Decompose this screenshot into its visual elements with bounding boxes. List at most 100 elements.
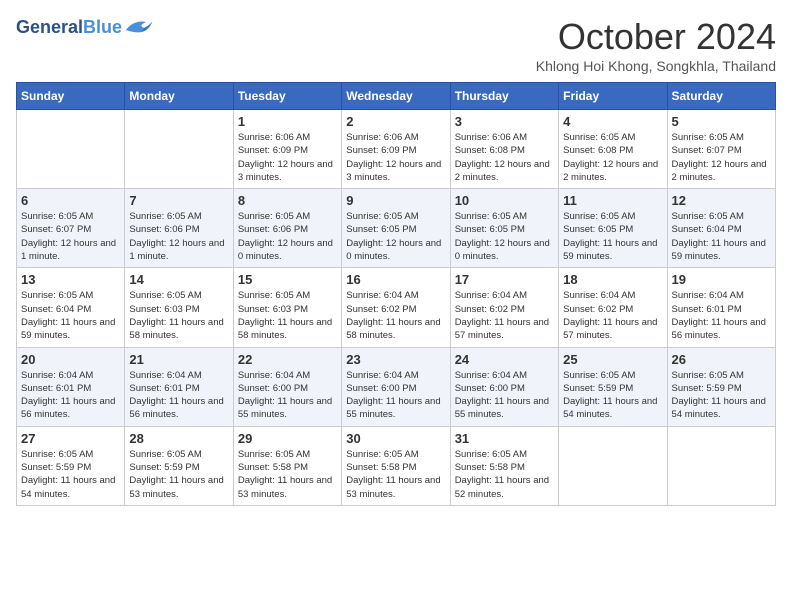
calendar-cell: 14Sunrise: 6:05 AM Sunset: 6:03 PM Dayli… (125, 268, 233, 347)
day-info: Sunrise: 6:04 AM Sunset: 6:00 PM Dayligh… (455, 369, 554, 422)
logo: GeneralBlue (16, 16, 154, 40)
calendar-cell: 12 Sunrise: 6:05 AM Sunset: 6:04 PM Dayli… (667, 189, 775, 268)
day-number: 1 (238, 114, 337, 129)
day-number: 3 (455, 114, 554, 129)
calendar-cell: 27 Sunrise: 6:05 AM Sunset: 5:59 PM Dayli… (17, 426, 125, 505)
day-info: Sunrise: 6:05 AM Sunset: 5:59 PM Dayligh… (21, 448, 120, 501)
day-number: 10 (455, 193, 554, 208)
calendar-cell: 23 Sunrise: 6:04 AM Sunset: 6:00 PM Dayli… (342, 347, 450, 426)
calendar-cell: 28 Sunrise: 6:05 AM Sunset: 5:59 PM Dayli… (125, 426, 233, 505)
calendar-cell: 3Sunrise: 6:06 AM Sunset: 6:08 PM Daylig… (450, 110, 558, 189)
day-info: Sunrise: 6:04 AM Sunset: 6:02 PM Dayligh… (346, 289, 445, 342)
calendar-cell: 5 Sunrise: 6:05 AM Sunset: 6:07 PM Daylig… (667, 110, 775, 189)
day-number: 9 (346, 193, 445, 208)
logo-text: GeneralBlue (16, 18, 122, 38)
day-info: Sunrise: 6:05 AM Sunset: 6:03 PM Dayligh… (238, 289, 337, 342)
day-number: 2 (346, 114, 445, 129)
calendar-cell: 11 Sunrise: 6:05 AM Sunset: 6:05 PM Dayli… (559, 189, 667, 268)
day-number: 31 (455, 431, 554, 446)
day-number: 21 (129, 352, 228, 367)
calendar-cell: 1 Sunrise: 6:06 AM Sunset: 6:09 PM Daylig… (233, 110, 341, 189)
day-number: 23 (346, 352, 445, 367)
week-row-5: 27 Sunrise: 6:05 AM Sunset: 5:59 PM Dayli… (17, 426, 776, 505)
day-number: 29 (238, 431, 337, 446)
day-info: Sunrise: 6:05 AM Sunset: 6:05 PM Dayligh… (563, 210, 662, 263)
day-number: 19 (672, 272, 771, 287)
calendar-cell: 16Sunrise: 6:04 AM Sunset: 6:02 PM Dayli… (342, 268, 450, 347)
calendar-cell: 6Sunrise: 6:05 AM Sunset: 6:07 PM Daylig… (17, 189, 125, 268)
calendar-cell: 7 Sunrise: 6:05 AM Sunset: 6:06 PM Daylig… (125, 189, 233, 268)
day-number: 25 (563, 352, 662, 367)
day-number: 11 (563, 193, 662, 208)
day-info: Sunrise: 6:05 AM Sunset: 6:07 PM Dayligh… (21, 210, 120, 263)
day-number: 5 (672, 114, 771, 129)
day-info: Sunrise: 6:05 AM Sunset: 5:58 PM Dayligh… (238, 448, 337, 501)
month-title: October 2024 (536, 16, 776, 58)
weekday-header-thursday: Thursday (450, 83, 558, 110)
day-info: Sunrise: 6:05 AM Sunset: 6:07 PM Dayligh… (672, 131, 771, 184)
header: GeneralBlue October 2024 Khlong Hoi Khon… (16, 16, 776, 74)
day-info: Sunrise: 6:05 AM Sunset: 5:59 PM Dayligh… (129, 448, 228, 501)
day-info: Sunrise: 6:05 AM Sunset: 5:58 PM Dayligh… (346, 448, 445, 501)
calendar-cell (667, 426, 775, 505)
weekday-header-row: SundayMondayTuesdayWednesdayThursdayFrid… (17, 83, 776, 110)
day-info: Sunrise: 6:04 AM Sunset: 6:01 PM Dayligh… (672, 289, 771, 342)
day-number: 22 (238, 352, 337, 367)
calendar-cell: 21 Sunrise: 6:04 AM Sunset: 6:01 PM Dayli… (125, 347, 233, 426)
day-info: Sunrise: 6:04 AM Sunset: 6:02 PM Dayligh… (455, 289, 554, 342)
calendar-cell: 13 Sunrise: 6:05 AM Sunset: 6:04 PM Dayli… (17, 268, 125, 347)
subtitle: Khlong Hoi Khong, Songkhla, Thailand (536, 58, 776, 74)
day-info: Sunrise: 6:05 AM Sunset: 6:05 PM Dayligh… (346, 210, 445, 263)
calendar-cell: 26 Sunrise: 6:05 AM Sunset: 5:59 PM Dayli… (667, 347, 775, 426)
calendar-cell: 15 Sunrise: 6:05 AM Sunset: 6:03 PM Dayli… (233, 268, 341, 347)
calendar-cell: 4Sunrise: 6:05 AM Sunset: 6:08 PM Daylig… (559, 110, 667, 189)
weekday-header-saturday: Saturday (667, 83, 775, 110)
week-row-4: 20Sunrise: 6:04 AM Sunset: 6:01 PM Dayli… (17, 347, 776, 426)
day-number: 15 (238, 272, 337, 287)
day-number: 18 (563, 272, 662, 287)
calendar-cell: 31Sunrise: 6:05 AM Sunset: 5:58 PM Dayli… (450, 426, 558, 505)
calendar-cell: 10Sunrise: 6:05 AM Sunset: 6:05 PM Dayli… (450, 189, 558, 268)
weekday-header-wednesday: Wednesday (342, 83, 450, 110)
day-info: Sunrise: 6:05 AM Sunset: 6:06 PM Dayligh… (129, 210, 228, 263)
day-info: Sunrise: 6:04 AM Sunset: 6:02 PM Dayligh… (563, 289, 662, 342)
calendar-cell: 20Sunrise: 6:04 AM Sunset: 6:01 PM Dayli… (17, 347, 125, 426)
title-area: October 2024 Khlong Hoi Khong, Songkhla,… (536, 16, 776, 74)
week-row-1: 1 Sunrise: 6:06 AM Sunset: 6:09 PM Daylig… (17, 110, 776, 189)
calendar-cell: 19 Sunrise: 6:04 AM Sunset: 6:01 PM Dayli… (667, 268, 775, 347)
day-info: Sunrise: 6:06 AM Sunset: 6:09 PM Dayligh… (238, 131, 337, 184)
calendar-cell: 25 Sunrise: 6:05 AM Sunset: 5:59 PM Dayli… (559, 347, 667, 426)
calendar-cell: 18 Sunrise: 6:04 AM Sunset: 6:02 PM Dayli… (559, 268, 667, 347)
calendar-cell: 30 Sunrise: 6:05 AM Sunset: 5:58 PM Dayli… (342, 426, 450, 505)
day-number: 4 (563, 114, 662, 129)
day-info: Sunrise: 6:04 AM Sunset: 6:01 PM Dayligh… (129, 369, 228, 422)
day-number: 24 (455, 352, 554, 367)
day-info: Sunrise: 6:04 AM Sunset: 6:00 PM Dayligh… (238, 369, 337, 422)
day-number: 27 (21, 431, 120, 446)
day-number: 12 (672, 193, 771, 208)
day-number: 8 (238, 193, 337, 208)
day-number: 14 (129, 272, 228, 287)
logo-bird-icon (124, 16, 154, 40)
calendar-cell: 17Sunrise: 6:04 AM Sunset: 6:02 PM Dayli… (450, 268, 558, 347)
day-info: Sunrise: 6:05 AM Sunset: 5:59 PM Dayligh… (672, 369, 771, 422)
weekday-header-friday: Friday (559, 83, 667, 110)
calendar-cell: 9 Sunrise: 6:05 AM Sunset: 6:05 PM Daylig… (342, 189, 450, 268)
day-number: 30 (346, 431, 445, 446)
day-info: Sunrise: 6:05 AM Sunset: 5:59 PM Dayligh… (563, 369, 662, 422)
week-row-2: 6Sunrise: 6:05 AM Sunset: 6:07 PM Daylig… (17, 189, 776, 268)
weekday-header-monday: Monday (125, 83, 233, 110)
day-number: 7 (129, 193, 228, 208)
day-info: Sunrise: 6:05 AM Sunset: 6:04 PM Dayligh… (21, 289, 120, 342)
day-number: 26 (672, 352, 771, 367)
day-info: Sunrise: 6:06 AM Sunset: 6:09 PM Dayligh… (346, 131, 445, 184)
day-number: 13 (21, 272, 120, 287)
calendar: SundayMondayTuesdayWednesdayThursdayFrid… (16, 82, 776, 506)
weekday-header-tuesday: Tuesday (233, 83, 341, 110)
day-info: Sunrise: 6:04 AM Sunset: 6:00 PM Dayligh… (346, 369, 445, 422)
day-number: 28 (129, 431, 228, 446)
calendar-cell (559, 426, 667, 505)
calendar-cell (17, 110, 125, 189)
calendar-cell: 8Sunrise: 6:05 AM Sunset: 6:06 PM Daylig… (233, 189, 341, 268)
day-info: Sunrise: 6:05 AM Sunset: 6:04 PM Dayligh… (672, 210, 771, 263)
